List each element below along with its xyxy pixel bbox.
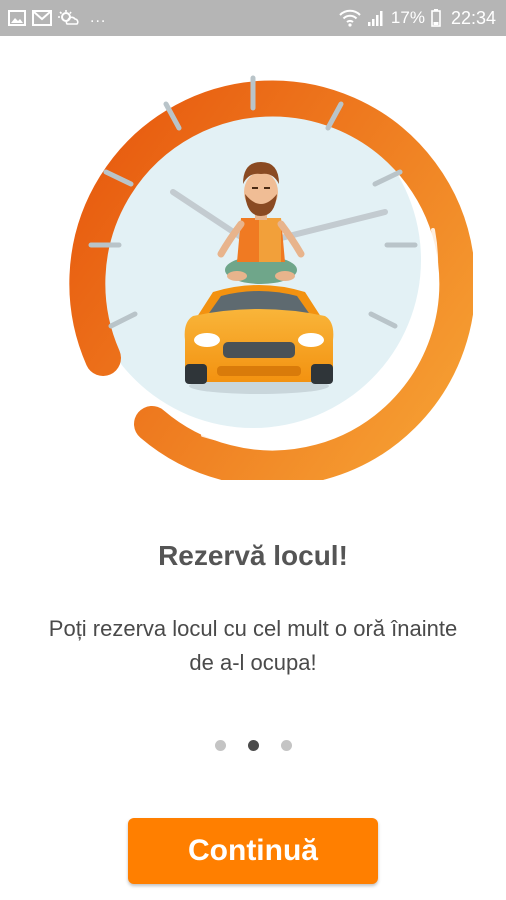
status-bar-system: 17% 22:34 <box>339 8 496 29</box>
onboarding-description: Poți rezerva locul cu cel mult o oră îna… <box>48 616 458 675</box>
clock-time: 22:34 <box>450 7 496 28</box>
page-dot-3[interactable] <box>280 740 292 751</box>
page-dot-1[interactable] <box>214 740 226 751</box>
mail-icon <box>32 10 52 26</box>
status-bar: ... 17% 22:34 <box>0 0 506 36</box>
page-indicator <box>0 740 506 751</box>
image-icon <box>8 10 26 26</box>
page-dot-2-active[interactable] <box>247 740 259 751</box>
more-notifications-indicator: ... <box>90 9 107 26</box>
continue-button[interactable]: Continuă <box>128 818 378 884</box>
clock-car-illustration <box>48 55 473 480</box>
weather-icon <box>58 10 80 26</box>
battery-percent: 17% <box>390 8 425 27</box>
onboarding-title: Rezervă locul! <box>158 540 348 571</box>
status-bar-notifications: ... <box>8 9 106 27</box>
hero-illustration <box>33 40 473 480</box>
battery-icon <box>431 9 441 27</box>
wifi-icon <box>339 9 361 27</box>
signal-icon <box>367 10 385 26</box>
